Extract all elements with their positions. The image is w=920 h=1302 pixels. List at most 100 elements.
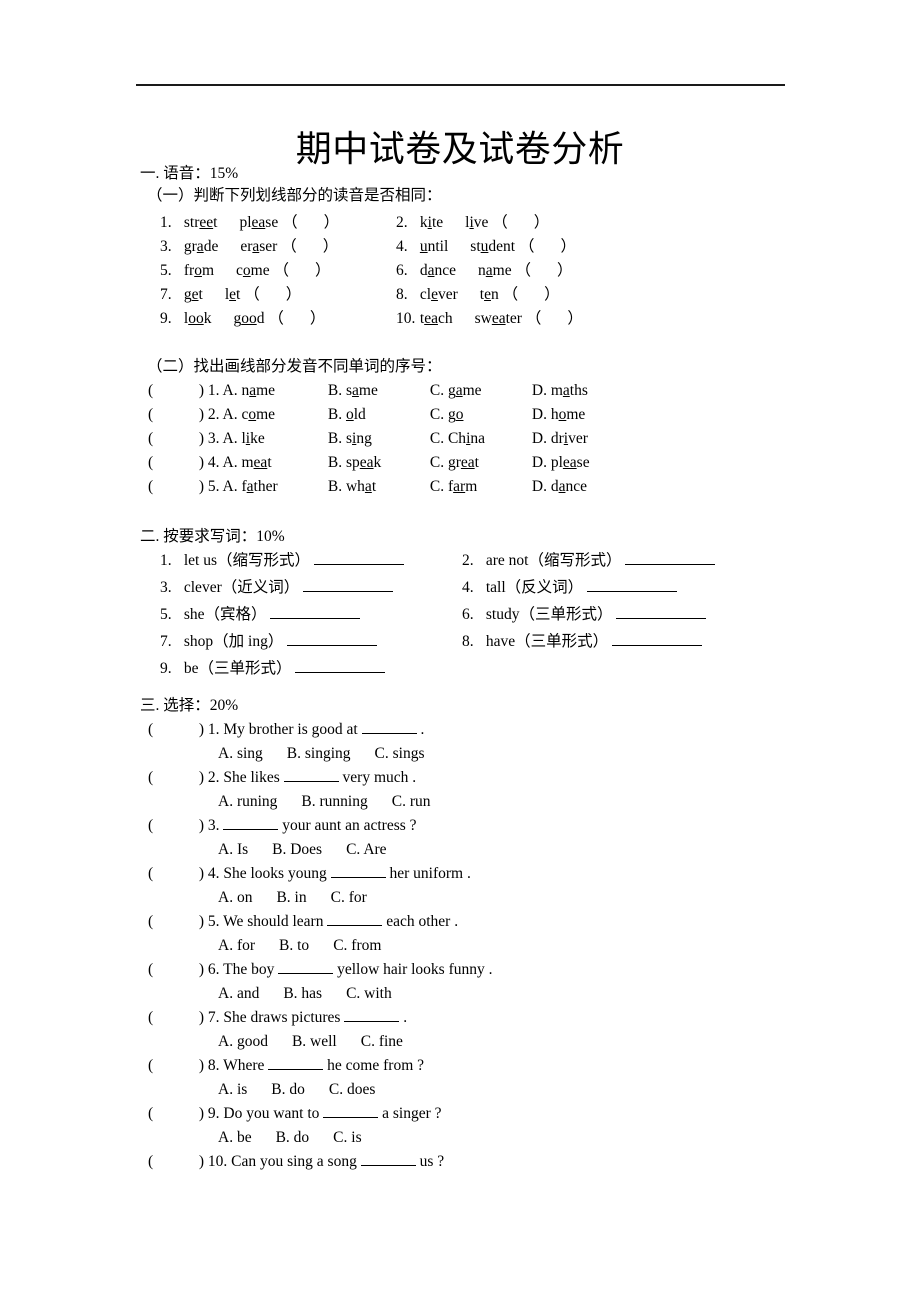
- answer-bracket[interactable]: (): [148, 864, 204, 884]
- choice-option[interactable]: 3. A. like: [208, 429, 328, 449]
- choice-option[interactable]: B. same: [328, 381, 430, 401]
- choice-option[interactable]: 4. A. meat: [208, 453, 328, 473]
- judgement-bracket[interactable]: （）: [268, 308, 325, 329]
- question-answer-blank[interactable]: [327, 912, 383, 926]
- answer-bracket[interactable]: (): [148, 453, 204, 473]
- choice-option[interactable]: A. sing: [218, 744, 263, 764]
- choice-option[interactable]: A. good: [218, 1032, 268, 1052]
- question-answer-blank[interactable]: [330, 864, 386, 878]
- choice-option[interactable]: C. is: [333, 1128, 361, 1148]
- choice-option[interactable]: B. has: [283, 984, 322, 1004]
- question-answer-blank[interactable]: [223, 816, 279, 830]
- choice-option[interactable]: C. run: [392, 792, 431, 812]
- item-number: 5.: [207, 913, 220, 930]
- choice-option[interactable]: A. runing: [218, 792, 277, 812]
- word-form-answer-blank[interactable]: [616, 605, 707, 619]
- phonetics-word-1: teach: [419, 310, 453, 327]
- answer-bracket[interactable]: (): [148, 1152, 204, 1172]
- choice-option[interactable]: B. do: [276, 1128, 310, 1148]
- question-answer-blank[interactable]: [344, 1008, 400, 1022]
- question-answer-blank[interactable]: [268, 1056, 324, 1070]
- choice-option[interactable]: B. singing: [287, 744, 351, 764]
- question-answer-blank[interactable]: [360, 1152, 416, 1166]
- choice-option[interactable]: C. game: [430, 381, 532, 401]
- word-form-answer-blank[interactable]: [587, 578, 678, 592]
- choice-option[interactable]: B. what: [328, 477, 430, 497]
- question-answer-blank[interactable]: [283, 768, 339, 782]
- choice-option[interactable]: A. and: [218, 984, 259, 1004]
- question-answer-blank[interactable]: [323, 1104, 379, 1118]
- choice-option[interactable]: B. do: [271, 1080, 305, 1100]
- answer-bracket[interactable]: (): [148, 1104, 204, 1124]
- word-form-answer-blank[interactable]: [612, 632, 703, 646]
- word-form-answer-blank[interactable]: [313, 551, 404, 565]
- question-answer-blank[interactable]: [278, 960, 334, 974]
- choice-option[interactable]: 2. A. come: [208, 405, 328, 425]
- judgement-bracket[interactable]: （）: [519, 236, 576, 257]
- choice-option[interactable]: C. Are: [346, 840, 386, 860]
- judgement-bracket[interactable]: （）: [273, 260, 330, 281]
- answer-bracket[interactable]: (): [148, 381, 204, 401]
- choice-option[interactable]: C. from: [333, 936, 381, 956]
- answer-bracket[interactable]: (): [148, 912, 204, 932]
- choice-option[interactable]: B. old: [328, 405, 430, 425]
- choice-option[interactable]: B. in: [276, 888, 306, 908]
- choice-option[interactable]: B. to: [279, 936, 309, 956]
- choice-option[interactable]: C. great: [430, 453, 532, 473]
- choice-option[interactable]: C. China: [430, 429, 532, 449]
- choice-option[interactable]: C. does: [329, 1080, 376, 1100]
- question-answer-blank[interactable]: [361, 720, 417, 734]
- choice-option[interactable]: C. go: [430, 405, 532, 425]
- answer-bracket[interactable]: (): [148, 960, 204, 980]
- choice-option[interactable]: D. home: [532, 405, 585, 425]
- choice-option[interactable]: A. is: [218, 1080, 247, 1100]
- choice-option[interactable]: A. Is: [218, 840, 248, 860]
- choice-option[interactable]: C. with: [346, 984, 392, 1004]
- choice-option[interactable]: C. for: [331, 888, 367, 908]
- choice-option[interactable]: B. running: [301, 792, 367, 812]
- word-form-answer-blank[interactable]: [303, 578, 394, 592]
- word-form-answer-blank[interactable]: [270, 605, 361, 619]
- choice-option[interactable]: B. sing: [328, 429, 430, 449]
- choice-option[interactable]: D. maths: [532, 381, 588, 401]
- answer-bracket[interactable]: (): [148, 405, 204, 425]
- word-form-prompt: study（三单形式）: [485, 606, 613, 623]
- choice-option[interactable]: A. on: [218, 888, 252, 908]
- option-word: game: [447, 382, 482, 399]
- choice-option[interactable]: B. Does: [272, 840, 322, 860]
- choice-option[interactable]: 1. A. name: [208, 381, 328, 401]
- choice-option[interactable]: C. fine: [361, 1032, 403, 1052]
- choice-option[interactable]: C. sings: [375, 744, 425, 764]
- answer-bracket[interactable]: (): [148, 1008, 204, 1028]
- answer-bracket[interactable]: (): [148, 720, 204, 740]
- answer-bracket[interactable]: (): [148, 1056, 204, 1076]
- judgement-bracket[interactable]: （）: [526, 308, 583, 329]
- judgement-bracket[interactable]: （）: [281, 236, 338, 257]
- choice-option[interactable]: D. please: [532, 453, 590, 473]
- choice-option[interactable]: C. farm: [430, 477, 532, 497]
- answer-bracket[interactable]: (): [148, 477, 204, 497]
- answer-bracket[interactable]: (): [148, 816, 204, 836]
- choice-option[interactable]: B. well: [292, 1032, 337, 1052]
- judgement-bracket[interactable]: （）: [244, 284, 301, 305]
- choice-option[interactable]: A. for: [218, 936, 255, 956]
- phonetics-item: 10. teach sweater （）: [396, 308, 583, 329]
- judgement-bracket[interactable]: （）: [492, 212, 549, 233]
- multiple-choice-options: A. for B. to C. from: [218, 936, 381, 956]
- judgement-bracket[interactable]: （）: [282, 212, 339, 233]
- choice-option[interactable]: D. dance: [532, 477, 587, 497]
- answer-bracket[interactable]: (): [148, 429, 204, 449]
- word-form-answer-blank[interactable]: [295, 659, 386, 673]
- judgement-bracket[interactable]: （）: [515, 260, 572, 281]
- word-form-answer-blank[interactable]: [287, 632, 378, 646]
- item-number: 3.: [207, 817, 220, 834]
- multiple-choice-question: () 8. Where he come from ?: [148, 1056, 424, 1076]
- answer-bracket[interactable]: (): [148, 768, 204, 788]
- choice-option[interactable]: D. driver: [532, 429, 588, 449]
- word-form-answer-blank[interactable]: [625, 551, 716, 565]
- choice-option[interactable]: B. speak: [328, 453, 430, 473]
- choice-option[interactable]: A. be: [218, 1128, 252, 1148]
- choice-option[interactable]: 5. A. father: [208, 477, 328, 497]
- judgement-bracket[interactable]: （）: [503, 284, 560, 305]
- option-word: same: [345, 382, 378, 399]
